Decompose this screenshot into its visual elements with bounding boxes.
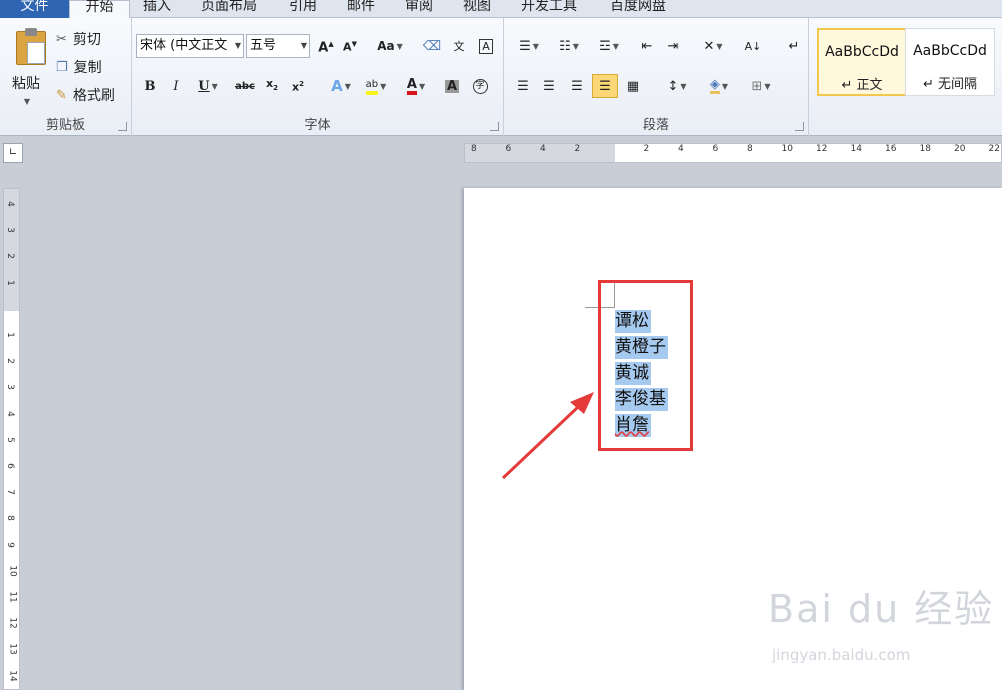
watermark-url: jingyan.baidu.com (772, 646, 911, 664)
arrow-shaft (501, 405, 580, 480)
watermark-logo: Bai du 经验 (768, 587, 995, 631)
